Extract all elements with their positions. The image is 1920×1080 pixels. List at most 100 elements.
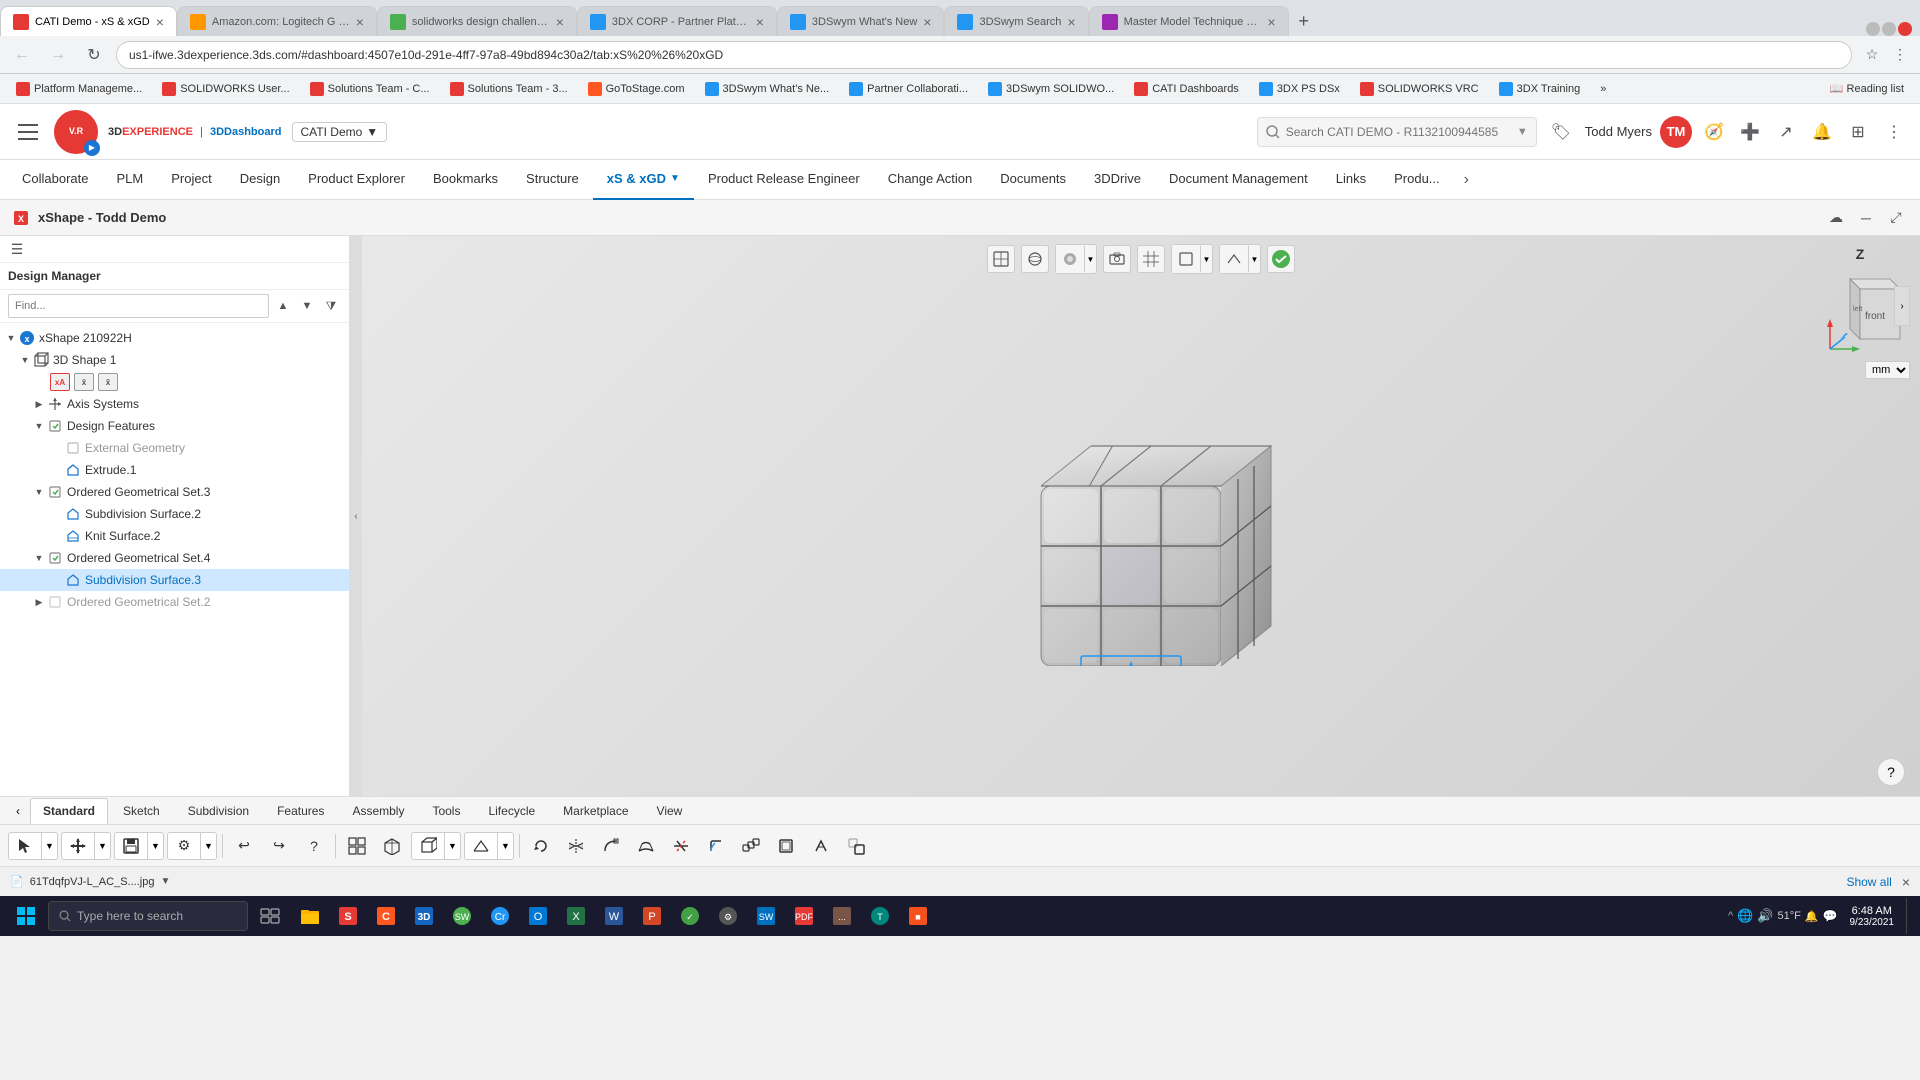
tab-marketplace[interactable]: Marketplace	[550, 798, 641, 824]
tree-expand-axis[interactable]: ▶	[32, 397, 46, 411]
instance-badge[interactable]: CATI Demo ▼	[292, 122, 388, 142]
tree-item-extrude[interactable]: Extrude.1	[0, 459, 349, 481]
tree-item-ogs3[interactable]: ▼ Ordered Geometrical Set.3	[0, 481, 349, 503]
save-dropdown[interactable]: ▼	[147, 832, 163, 860]
window-close[interactable]	[1898, 22, 1912, 36]
tab-4[interactable]: 3DSwym What's New ×	[777, 6, 945, 36]
tab-close-active[interactable]: ×	[156, 14, 164, 30]
3d-box-button[interactable]	[376, 830, 408, 862]
undo-button[interactable]: ↩	[228, 830, 260, 862]
add-icon[interactable]: ➕	[1736, 118, 1764, 146]
nav-collaborate[interactable]: Collaborate	[8, 160, 103, 200]
shell-button[interactable]	[770, 830, 802, 862]
hamburger-menu[interactable]	[12, 116, 44, 148]
taskbar-search[interactable]: Type here to search	[48, 901, 248, 931]
nav-design[interactable]: Design	[226, 160, 294, 200]
nav-product-explorer[interactable]: Product Explorer	[294, 160, 419, 200]
trim-button[interactable]	[665, 830, 697, 862]
taskbar-app-2[interactable]: C	[368, 898, 404, 934]
viewport-collapse-button[interactable]: ›	[1894, 286, 1910, 326]
tab-close-5[interactable]: ×	[1067, 14, 1075, 30]
minimize-icon[interactable]: ─	[1854, 206, 1878, 230]
vp-check-icon[interactable]	[1267, 245, 1295, 273]
redo-button[interactable]: ↪	[263, 830, 295, 862]
start-button[interactable]	[8, 898, 44, 934]
window-maximize[interactable]	[1882, 22, 1896, 36]
help-button[interactable]: ?	[298, 830, 330, 862]
taskbar-clock[interactable]: 6:48 AM 9/23/2021	[1842, 905, 1903, 928]
find-up-button[interactable]: ▲	[273, 296, 293, 316]
plane-button[interactable]	[465, 833, 497, 859]
move-button[interactable]	[62, 833, 94, 859]
bookmark-partner[interactable]: Partner Collaborati...	[841, 80, 976, 98]
nav-produ[interactable]: Produ...	[1380, 160, 1454, 200]
tab-close-3[interactable]: ×	[756, 14, 764, 30]
taskbar-app-8[interactable]: SW	[748, 898, 784, 934]
global-search[interactable]: ▼	[1257, 117, 1537, 147]
tab-assembly[interactable]: Assembly	[339, 798, 417, 824]
select-dropdown[interactable]: ▼	[41, 832, 57, 860]
notification-bell[interactable]: 🔔	[1805, 910, 1819, 923]
tree-item-ext-geom[interactable]: External Geometry	[0, 437, 349, 459]
settings-dropdown[interactable]: ▼	[200, 832, 216, 860]
mirror-button[interactable]	[560, 830, 592, 862]
bookmark-cati[interactable]: CATI Dashboards	[1126, 80, 1247, 98]
show-desktop-button[interactable]	[1906, 898, 1912, 934]
taskbar-app-5[interactable]: Cr	[482, 898, 518, 934]
tree-item-3dshape[interactable]: ▼ 3D Shape 1	[0, 349, 349, 371]
taskbar-app-10[interactable]: ...	[824, 898, 860, 934]
scale-button[interactable]	[840, 830, 872, 862]
tab-6[interactable]: Master Model Technique with x... ×	[1089, 6, 1289, 36]
draft-button[interactable]	[805, 830, 837, 862]
tree-expand-xshape[interactable]: ▼	[4, 331, 18, 345]
move-dropdown[interactable]: ▼	[94, 832, 110, 860]
search-input[interactable]	[1286, 125, 1511, 139]
find-input[interactable]	[8, 294, 269, 318]
window-minimize[interactable]	[1866, 22, 1880, 36]
vp-view2-dropdown[interactable]: ▼	[1248, 246, 1260, 272]
nav-links[interactable]: Links	[1322, 160, 1380, 200]
nav-xs-xgd[interactable]: xS & xGD ▼	[593, 160, 694, 200]
bookmark-3dswym-sw[interactable]: 3DSwym SOLIDWO...	[980, 80, 1122, 98]
taskbar-excel[interactable]: X	[558, 898, 594, 934]
save-button[interactable]	[115, 833, 147, 859]
compass-icon[interactable]: 🧭	[1700, 118, 1728, 146]
rotate-button[interactable]	[525, 830, 557, 862]
tab-features[interactable]: Features	[264, 798, 337, 824]
sidebar-menu-icon[interactable]: ☰	[8, 240, 26, 258]
bookmark-icon[interactable]: 🏷	[1547, 118, 1575, 146]
plane-dropdown[interactable]: ▼	[497, 832, 513, 860]
nav-documents[interactable]: Documents	[986, 160, 1080, 200]
vp-sphere-icon[interactable]	[1021, 245, 1049, 273]
search-dropdown[interactable]: ▼	[1517, 126, 1528, 138]
settings-button[interactable]: ⚙	[168, 833, 200, 859]
address-input[interactable]	[116, 41, 1852, 69]
tab-view[interactable]: View	[644, 798, 696, 824]
tab-subdivision[interactable]: Subdivision	[175, 798, 262, 824]
collapse-handle[interactable]: ‹	[350, 236, 362, 796]
nav-doc-management[interactable]: Document Management	[1155, 160, 1322, 200]
nav-more-button[interactable]: ›	[1454, 160, 1479, 200]
new-tab-button[interactable]: +	[1289, 6, 1319, 36]
tab-5[interactable]: 3DSwym Search ×	[944, 6, 1088, 36]
vp-render-icon[interactable]	[1056, 245, 1084, 273]
nav-structure[interactable]: Structure	[512, 160, 593, 200]
tab-lifecycle[interactable]: Lifecycle	[475, 798, 548, 824]
bookmark-3dx-training[interactable]: 3DX Training	[1491, 80, 1589, 98]
taskbar-app-11[interactable]: T	[862, 898, 898, 934]
icon-xb[interactable]: x̄	[74, 373, 94, 391]
share-icon[interactable]: ↗	[1772, 118, 1800, 146]
nav-project[interactable]: Project	[157, 160, 225, 200]
icon-xc[interactable]: x̃	[98, 373, 118, 391]
tree-item-ogs4[interactable]: ▼ Ordered Geometrical Set.4	[0, 547, 349, 569]
tree-expand-3dshape[interactable]: ▼	[18, 353, 32, 367]
bookmark-more[interactable]: »	[1592, 81, 1614, 97]
help-icon[interactable]: ?	[1877, 758, 1905, 786]
find-down-button[interactable]: ▼	[297, 296, 317, 316]
pattern-button[interactable]	[735, 830, 767, 862]
forward-button[interactable]: →	[44, 41, 72, 69]
tree-expand-ogs2[interactable]: ▶	[32, 595, 46, 609]
unit-select[interactable]: mm in cm	[1865, 361, 1910, 379]
network-icon[interactable]: 🌐	[1737, 908, 1753, 924]
tree-expand-design-features[interactable]: ▼	[32, 419, 46, 433]
